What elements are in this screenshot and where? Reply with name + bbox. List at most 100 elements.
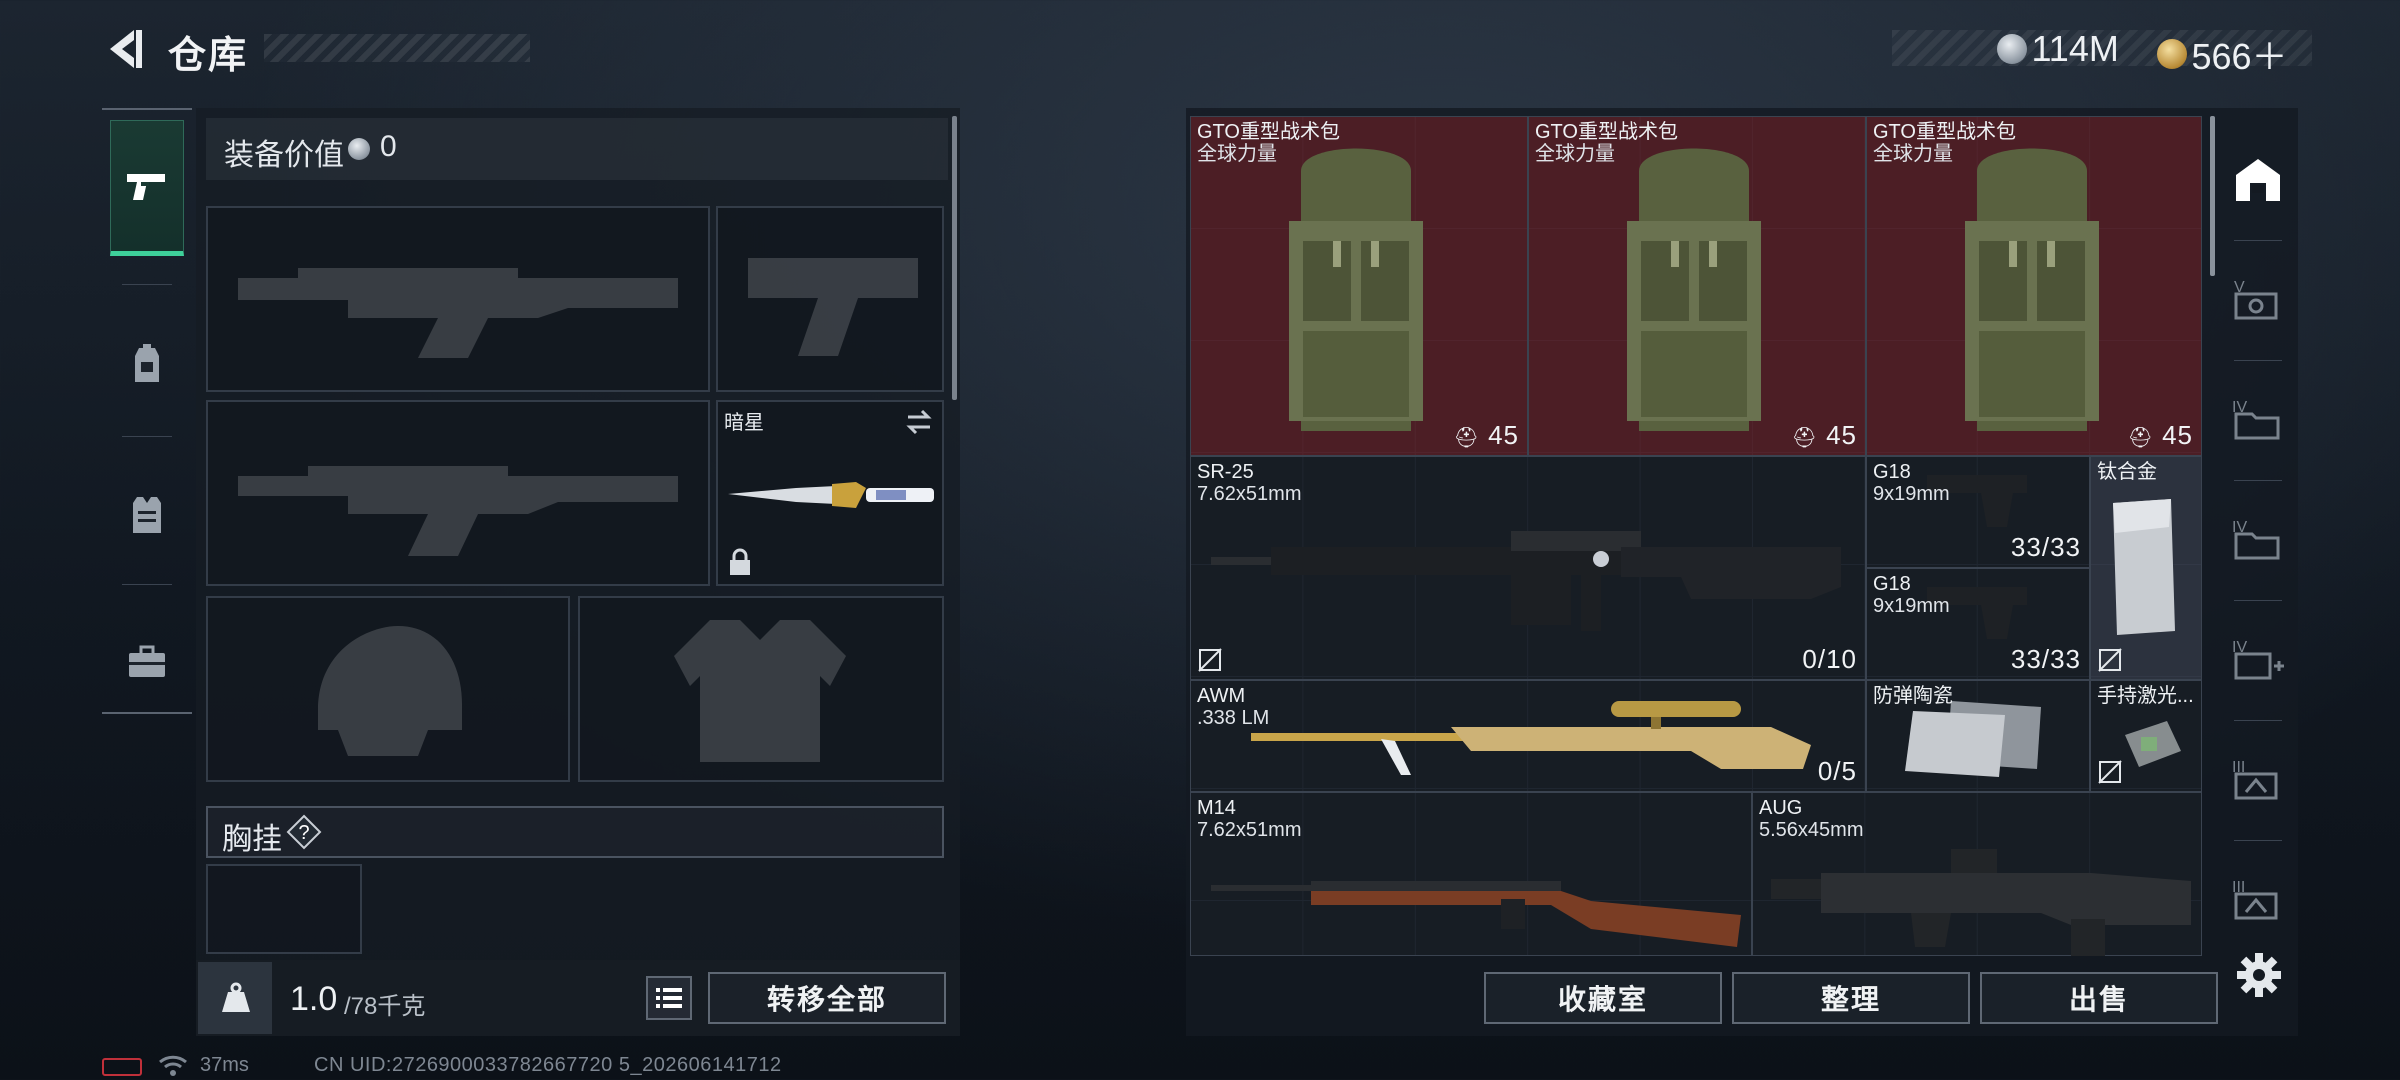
no-insure-icon: [2098, 648, 2122, 672]
medkit-icon: IV: [2232, 639, 2284, 680]
side-tab-storage-medical[interactable]: IV: [2224, 604, 2292, 714]
item-count-text: 45: [1488, 420, 1519, 450]
rifle-item-icon: [1211, 881, 1741, 947]
item-subtitle: 全球力量: [1535, 143, 1615, 165]
tab-vest[interactable]: [110, 446, 184, 582]
side-tab-storage-4a[interactable]: IV: [2224, 364, 2292, 474]
item-ammo-count: 33/33: [2010, 532, 2081, 562]
chest-rig-slot[interactable]: [206, 864, 362, 954]
warehouse-item[interactable]: G18 9x19mm 33/33: [1866, 568, 2090, 680]
melee-item-name: 暗星: [724, 412, 764, 434]
tab-toolbox[interactable]: [110, 594, 184, 730]
backpack-item-icon: [1627, 148, 1761, 431]
warehouse-item[interactable]: AUG 5.56x45mm: [1752, 792, 2202, 956]
settings-button[interactable]: [2236, 952, 2282, 998]
item-subtitle: 全球力量: [1873, 143, 1953, 165]
side-tab-storage-3a[interactable]: III: [2224, 724, 2292, 834]
sell-button[interactable]: 出售: [1980, 972, 2218, 1024]
item-name: GTO重型战术包: [1873, 121, 2016, 143]
battery-icon: [102, 1058, 142, 1076]
page-title: 仓库: [168, 35, 249, 77]
list-icon: [656, 988, 682, 1008]
item-name: AUG: [1759, 797, 1803, 819]
item-name: SR-25: [1197, 461, 1254, 483]
back-button[interactable]: [100, 24, 150, 74]
item-name: G18: [1873, 461, 1911, 483]
currency-gold-amount: 566＋: [2191, 36, 2288, 77]
warehouse-grid: GTO重型战术包 全球力量 ⛑ 45 GTO重型战术包 全球力量 ⛑ 45 GT…: [1190, 116, 2202, 956]
knife-item-icon: [728, 482, 934, 508]
pistol-silhouette-icon: [748, 258, 918, 356]
warehouse-item[interactable]: 钛合金: [2090, 456, 2202, 680]
warehouse-item[interactable]: GTO重型战术包 全球力量 ⛑ 45: [1866, 116, 2202, 456]
rifle-silhouette-icon: [238, 466, 678, 556]
ceramic-plate-icon: [1905, 701, 2041, 777]
swap-icon[interactable]: [904, 408, 934, 436]
durability-icon: ⛑: [2127, 427, 2154, 449]
rifle-silhouette-icon: [238, 268, 678, 358]
item-durability: ⛑ 45: [2127, 420, 2193, 451]
equipment-value-label: 装备价值: [224, 139, 344, 172]
side-tab-storage-4b[interactable]: IV: [2224, 484, 2292, 594]
helmet-slot[interactable]: [206, 596, 570, 782]
durability-icon: ⛑: [1791, 427, 1818, 449]
secondary-weapon-slot[interactable]: [206, 400, 710, 586]
warehouse-item[interactable]: 手持激光...: [2090, 680, 2202, 792]
wifi-icon: [158, 1054, 188, 1080]
weight-icon: [222, 982, 250, 1012]
item-ammo-count: 0/5: [1817, 756, 1857, 786]
no-insure-icon: [2098, 760, 2122, 784]
organize-button[interactable]: 整理: [1732, 972, 1970, 1024]
item-name: 钛合金: [2097, 461, 2157, 483]
lock-icon: [730, 548, 750, 575]
tab-backpack[interactable]: [110, 296, 184, 432]
warehouse-item[interactable]: SR-25 7.62x51mm 0/10: [1190, 456, 1866, 680]
warehouse-scrollbar[interactable]: [2210, 116, 2215, 276]
frame-icon: III: [2232, 879, 2278, 920]
svg-text:?: ?: [298, 822, 309, 844]
tab-weapons[interactable]: [110, 120, 184, 256]
gold-coin-icon: [2157, 39, 2187, 69]
side-tab-storage-3b[interactable]: III: [2224, 844, 2292, 954]
frame-icon: III: [2232, 759, 2278, 800]
warehouse-item[interactable]: GTO重型战术包 全球力量 ⛑ 45: [1528, 116, 1866, 456]
backpack-item-icon: [1965, 148, 2099, 431]
vest-icon: [133, 497, 161, 533]
toolbox-icon: [129, 645, 165, 677]
primary-weapon-slot[interactable]: [206, 206, 710, 392]
list-view-button[interactable]: [646, 976, 692, 1020]
loadout-category-nav: [102, 108, 192, 714]
transfer-all-button[interactable]: 转移全部: [708, 972, 946, 1024]
warehouse-item[interactable]: GTO重型战术包 全球力量 ⛑ 45: [1190, 116, 1528, 456]
item-name: GTO重型战术包: [1535, 121, 1678, 143]
collection-room-button[interactable]: 收藏室: [1484, 972, 1722, 1024]
item-durability: ⛑ 45: [1791, 420, 1857, 451]
side-tab-storage-5[interactable]: V: [2224, 244, 2292, 354]
warehouse-item[interactable]: AWM .338 LM 0/5: [1190, 680, 1866, 792]
currency-silver[interactable]: 114M: [1997, 28, 2119, 70]
item-durability: ⛑ 45: [1453, 420, 1519, 451]
item-ammo-count: 0/10: [1802, 644, 1857, 674]
warehouse-item[interactable]: G18 9x19mm 33/33: [1866, 456, 2090, 568]
item-count-text: 45: [2162, 420, 2193, 450]
loadout-scrollbar[interactable]: [952, 116, 957, 400]
warehouse-item[interactable]: 防弹陶瓷: [1866, 680, 2090, 792]
item-name: AWM: [1197, 685, 1246, 707]
item-subtitle: 5.56x45mm: [1759, 819, 1864, 841]
warehouse-item[interactable]: M14 7.62x51mm: [1190, 792, 1752, 956]
folder-icon: IV: [2232, 519, 2280, 560]
silver-coin-icon: [1997, 34, 2027, 64]
side-tab-home[interactable]: [2224, 124, 2292, 234]
sidearm-slot[interactable]: [716, 206, 944, 392]
ping-text: 37ms: [200, 1054, 249, 1076]
rifle-item-icon: [1771, 849, 2191, 956]
help-button[interactable]: ?: [286, 814, 322, 850]
uid-text: CN UID:2726900033782667720 5_20260614171…: [314, 1054, 782, 1076]
item-name: G18: [1873, 573, 1911, 595]
currency-gold[interactable]: 566＋: [2157, 28, 2288, 80]
silver-coin-icon: [348, 138, 370, 160]
equipment-value: 0: [380, 130, 397, 163]
weight-current: 1.0: [290, 980, 338, 1018]
back-arrow-icon: [110, 30, 142, 68]
body-armor-slot[interactable]: [578, 596, 944, 782]
